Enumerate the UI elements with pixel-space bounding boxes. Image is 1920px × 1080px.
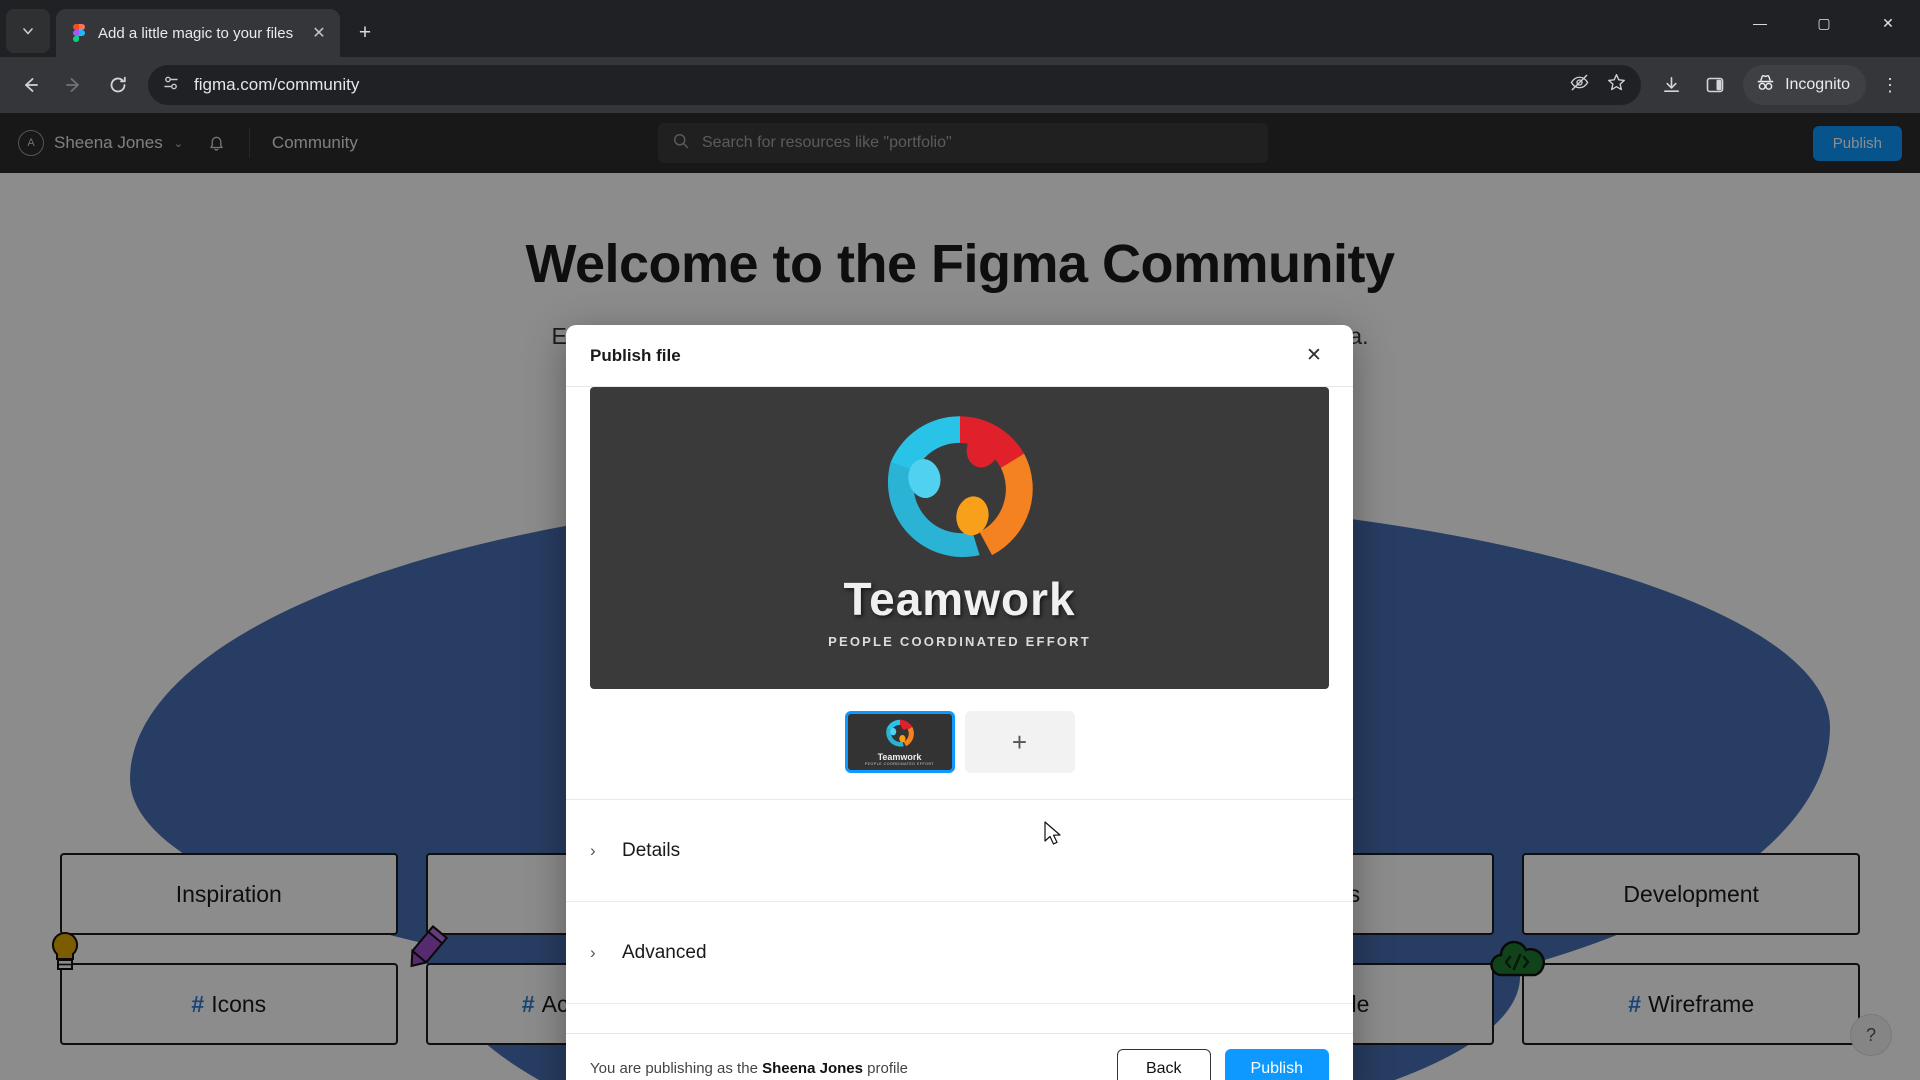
downloads-button[interactable]: [1651, 65, 1691, 105]
close-icon[interactable]: ✕: [1299, 341, 1329, 371]
chrome-menu-button[interactable]: ⋮: [1870, 65, 1910, 105]
publish-file-dialog: Publish file ✕ Teamwork PEOPLE COORDINAT…: [566, 325, 1353, 1080]
cover-image-preview[interactable]: Teamwork PEOPLE COORDINATED EFFORT: [590, 387, 1329, 689]
reload-icon: [110, 76, 126, 93]
window-controls: — ▢ ✕: [1728, 0, 1920, 46]
side-panel-icon: [1706, 77, 1724, 93]
address-bar[interactable]: figma.com/community: [148, 65, 1642, 105]
advanced-section[interactable]: › Advanced: [566, 902, 1353, 1004]
add-thumbnail-button[interactable]: +: [964, 711, 1075, 773]
incognito-icon: [1755, 72, 1776, 98]
chevron-right-icon: ›: [590, 942, 596, 962]
thumbnail-item-selected[interactable]: Teamwork PEOPLE COORDINATED EFFORT: [844, 711, 955, 773]
tune-icon[interactable]: [162, 74, 180, 97]
back-button[interactable]: [10, 65, 50, 105]
thumbnail-strip: Teamwork PEOPLE COORDINATED EFFORT +: [566, 711, 1353, 773]
bookmark-star-icon[interactable]: [1606, 72, 1627, 98]
minimize-button[interactable]: —: [1728, 0, 1792, 46]
tab-close-icon[interactable]: ✕: [308, 22, 330, 44]
side-panel-button[interactable]: [1695, 65, 1735, 105]
back-button[interactable]: Back: [1116, 1048, 1211, 1080]
forward-arrow-icon: [66, 78, 79, 92]
note-prefix: You are publishing as the: [590, 1060, 763, 1077]
eye-off-icon[interactable]: [1569, 72, 1590, 98]
figma-icon: [70, 24, 88, 42]
dialog-footer: You are publishing as the Sheena Jones p…: [566, 1033, 1353, 1080]
browser-window: Add a little magic to your files ✕ + — ▢…: [0, 0, 1920, 1080]
note-profile-name: Sheena Jones: [762, 1060, 863, 1077]
dialog-body: Teamwork PEOPLE COORDINATED EFFORT Teamw…: [566, 387, 1353, 1033]
details-section[interactable]: › Details: [566, 800, 1353, 902]
thumbnail-wordmark: Teamwork: [877, 751, 922, 762]
browser-toolbar: figma.com/community Incognito ⋮: [0, 57, 1920, 113]
brand-tagline: PEOPLE COORDINATED EFFORT: [828, 633, 1091, 649]
note-suffix: profile: [862, 1060, 908, 1077]
download-icon: [1663, 76, 1679, 92]
details-label: Details: [622, 839, 681, 861]
browser-titlebar: Add a little magic to your files ✕ + — ▢…: [0, 0, 1920, 57]
web-page: A Sheena Jones ⌄ Community Search for re…: [0, 113, 1920, 1080]
dialog-header: Publish file ✕: [566, 325, 1353, 387]
close-window-button[interactable]: ✕: [1856, 0, 1920, 46]
publish-button[interactable]: Publish: [1224, 1048, 1329, 1080]
omnibox-actions: [1569, 72, 1627, 98]
teamwork-logo-icon: [871, 402, 1049, 580]
tab-search-button[interactable]: [6, 9, 50, 53]
mouse-cursor: [1044, 821, 1064, 854]
dialog-title: Publish file: [590, 345, 681, 365]
back-arrow-icon: [25, 78, 38, 92]
chevron-down-icon: [23, 28, 33, 35]
publishing-as-note: You are publishing as the Sheena Jones p…: [590, 1060, 908, 1077]
tab-title: Add a little magic to your files: [98, 24, 294, 42]
forward-button[interactable]: [54, 65, 94, 105]
url-text: figma.com/community: [194, 75, 360, 94]
teamwork-logo-icon: [883, 717, 917, 751]
reload-button[interactable]: [98, 65, 138, 105]
incognito-indicator[interactable]: Incognito: [1743, 65, 1866, 105]
maximize-button[interactable]: ▢: [1792, 0, 1856, 46]
browser-tab[interactable]: Add a little magic to your files ✕: [56, 9, 340, 57]
new-tab-button[interactable]: +: [348, 16, 382, 50]
thumbnail-tagline: PEOPLE COORDINATED EFFORT: [864, 761, 935, 766]
chevron-right-icon: ›: [590, 840, 596, 860]
incognito-label: Incognito: [1785, 76, 1850, 93]
advanced-label: Advanced: [622, 941, 707, 963]
